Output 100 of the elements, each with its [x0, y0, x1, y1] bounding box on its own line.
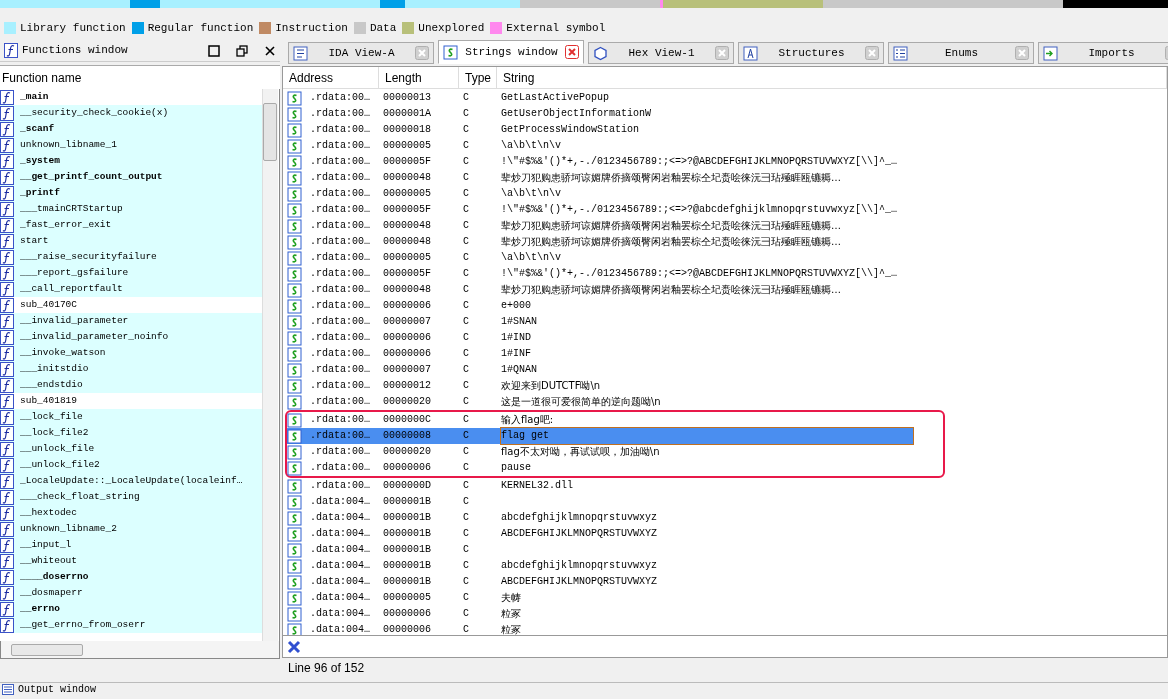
table-row[interactable]: .rdata:00… 00000006 C e+000	[287, 298, 913, 314]
tab[interactable]: Strings window	[438, 40, 584, 64]
table-cell-text: .rdata:00…	[310, 123, 370, 137]
table-cell-text: 1#INF	[501, 347, 532, 361]
tab[interactable]: Imports	[1038, 42, 1168, 64]
table-row[interactable]: .data:004… 00000006 C 粒冢	[287, 622, 913, 635]
table-row[interactable]: .rdata:00… 0000005F C !\"#$%&'()*+,-./0123456789:;<=>?@abcdefghijklmnopqrstuvwxyz[\\]^_…	[287, 202, 913, 218]
table-row[interactable]: .rdata:00… 00000008 C flag get	[287, 428, 913, 444]
table-cell-text: 00000013	[383, 91, 432, 105]
table-cell-text: .data:004…	[310, 511, 370, 525]
strings-icon	[287, 330, 302, 346]
tab[interactable]: Hex View-1	[588, 42, 734, 64]
table-row[interactable]: .rdata:00… 0000005F C !\"#$%&'()*+,-./0123456789:;<=>?@ABCDEFGHIJKLMNOPQRSTUVWXYZ[\\]^_…	[287, 266, 913, 282]
table-row[interactable]: .data:004… 0000001B C abcdefghijklmnopqrstuvwxyz	[287, 558, 913, 574]
function-name[interactable]: start	[20, 233, 49, 249]
table-cell-text: .data:004…	[310, 591, 370, 605]
function-icon	[0, 233, 14, 249]
function-name[interactable]: _main	[20, 89, 49, 105]
table-cell-text: .rdata:00…	[310, 91, 370, 105]
table-row[interactable]: .rdata:00… 00000007 C 1#SNAN	[287, 314, 913, 330]
close-icon[interactable]	[264, 44, 276, 57]
function-name[interactable]: _scanf	[20, 121, 55, 137]
table-cell-text: \a\b\t\n\v	[501, 187, 562, 201]
table-cell-text: 00000048	[383, 283, 432, 297]
table-row[interactable]: .data:004… 0000001B C	[287, 542, 913, 558]
table-cell-text: .data:004…	[310, 495, 370, 509]
table-row[interactable]: .rdata:00… 00000013 C GetLastActivePopup	[287, 90, 913, 106]
table-cell-text: C	[463, 591, 470, 605]
maximize-icon[interactable]	[208, 44, 220, 57]
table-cell-text: 00000020	[383, 395, 432, 409]
function-name[interactable]: __input_l	[20, 537, 72, 553]
table-cell-text: C	[463, 235, 470, 249]
strings-icon	[287, 394, 302, 410]
table-row[interactable]: .data:004… 0000001B C ABCDEFGHIJKLMNOPQRSTUVWXYZ	[287, 574, 913, 590]
table-row[interactable]: .rdata:00… 00000005 C \a\b\t\n\v	[287, 250, 913, 266]
table-row[interactable]: .rdata:00… 00000006 C pause	[287, 460, 913, 476]
function-name[interactable]: sub_40170C	[20, 297, 77, 313]
table-row[interactable]: .data:004… 00000006 C 粒冢	[287, 606, 913, 622]
table-cell-text: 0000005F	[383, 267, 432, 281]
table-row[interactable]: .rdata:00… 00000012 C 欢迎来到DUTCTF呦\n	[287, 378, 913, 394]
table-row[interactable]: .rdata:00… 00000005 C \a\b\t\n\v	[287, 138, 913, 154]
strings-icon	[287, 138, 302, 154]
table-row[interactable]: .rdata:00… 00000048 C 辈炒刀犯购患骄坷谅媚牌侨摘颂臀闲岩釉罢棕仝圮赉哙徕沅彐玷殛睚瓯镳耨…	[287, 218, 913, 234]
table-cell-text: .rdata:00…	[310, 379, 370, 393]
table-cell-text: .rdata:00…	[310, 107, 370, 121]
function-name[interactable]: _system	[20, 153, 60, 169]
column-header[interactable]: Type	[459, 67, 497, 89]
function-icon	[0, 121, 14, 137]
column-header[interactable]: String	[497, 67, 1167, 89]
table-row[interactable]: .data:004… 0000001B C abcdefghijklmnopqrstuvwxyz	[287, 510, 913, 526]
table-row[interactable]: .rdata:00… 00000048 C 辈炒刀犯购患骄坷谅媚牌侨摘颂臀闲岩釉罢棕仝圮赉哙徕沅彐玷殛睚瓯镳耨…	[287, 282, 913, 298]
table-row[interactable]: .rdata:00… 00000007 C 1#QNAN	[287, 362, 913, 378]
function-icon	[0, 249, 14, 265]
table-cell-text: 0000001B	[383, 511, 432, 525]
table-cell-text: .rdata:00…	[310, 139, 370, 153]
table-row[interactable]: .rdata:00… 00000006 C 1#INF	[287, 346, 913, 362]
function-icon	[0, 265, 14, 281]
legend-label: Library function	[20, 20, 126, 36]
table-row[interactable]: .rdata:00… 00000018 C GetProcessWindowStation	[287, 122, 913, 138]
strings-icon	[287, 298, 302, 314]
table-row[interactable]: .rdata:00… 00000020 C 这是一道很可爱很简单的逆向题呦\n	[287, 394, 913, 410]
table-cell-text: C	[463, 395, 470, 409]
table-row[interactable]: .rdata:00… 00000005 C \a\b\t\n\v	[287, 186, 913, 202]
tab[interactable]: Structures	[738, 42, 884, 64]
strings-icon	[287, 282, 302, 298]
tab[interactable]: IDA View-A	[288, 42, 434, 64]
table-cell-text: 粒冢	[501, 607, 522, 621]
table-cell-text: C	[463, 575, 470, 589]
close-icon[interactable]	[287, 639, 301, 654]
table-row[interactable]: .rdata:00… 00000020 C flag不太对呦，再试试呗，加油呦\n	[287, 444, 913, 460]
table-cell-text: 1#IND	[501, 331, 532, 345]
column-header[interactable]: Length	[379, 67, 459, 89]
table-cell-text: 00000006	[383, 331, 432, 345]
column-header[interactable]: Address	[283, 67, 379, 89]
strings-icon	[287, 362, 302, 378]
table-cell-text: 00000005	[383, 591, 432, 605]
table-row[interactable]: .rdata:00… 0000005F C !\"#$%&'()*+,-./0123456789:;<=>?@ABCDEFGHIJKLMNOPQRSTUVWXYZ[\\]^_…	[287, 154, 913, 170]
tab[interactable]: Enums	[888, 42, 1034, 64]
table-cell-text: .data:004…	[310, 527, 370, 541]
function-name[interactable]: sub_401819	[20, 393, 77, 409]
structure-icon	[743, 45, 758, 61]
table-row[interactable]: .rdata:00… 00000048 C 辈炒刀犯购患骄坷谅媚牌侨摘颂臀闲岩釉罢棕仝圮赉哙徕沅彐玷殛睚瓯镳耨…	[287, 234, 913, 250]
function-icon	[0, 441, 14, 457]
table-row[interactable]: .data:004… 0000001B C	[287, 494, 913, 510]
table-row[interactable]: .rdata:00… 0000000D C KERNEL32.dll	[287, 478, 913, 494]
table-row[interactable]: .rdata:00… 0000001A C GetUserObjectInformationW	[287, 106, 913, 122]
status-text: Line 96 of 152	[288, 660, 365, 677]
function-name[interactable]: __errno	[20, 601, 60, 617]
table-cell-text: \a\b\t\n\v	[501, 251, 562, 265]
function-name[interactable]: _printf	[20, 185, 60, 201]
table-cell-text: 辈炒刀犯购患骄坷谅媚牌侨摘颂臀闲岩釉罢棕仝圮赉哙徕沅彐玷殛睚瓯镳耨…	[501, 235, 842, 249]
restore-icon[interactable]	[236, 44, 248, 57]
table-row[interactable]: .data:004… 00000005 C 夫帱	[287, 590, 913, 606]
table-row[interactable]: .rdata:00… 00000048 C 辈炒刀犯购患骄坷谅媚牌侨摘颂臀闲岩釉罢棕仝圮赉哙徕沅彐玷殛睚瓯镳耨…	[287, 170, 913, 186]
table-cell-text: C	[463, 379, 470, 393]
table-cell-text: C	[463, 413, 470, 427]
table-row[interactable]: .rdata:00… 00000006 C 1#IND	[287, 330, 913, 346]
strings-icon	[287, 590, 302, 606]
table-row[interactable]: .rdata:00… 0000000C C 输入flag吧:	[287, 412, 913, 428]
table-row[interactable]: .data:004… 0000001B C ABCDEFGHIJKLMNOPQRSTUVWXYZ	[287, 526, 913, 542]
